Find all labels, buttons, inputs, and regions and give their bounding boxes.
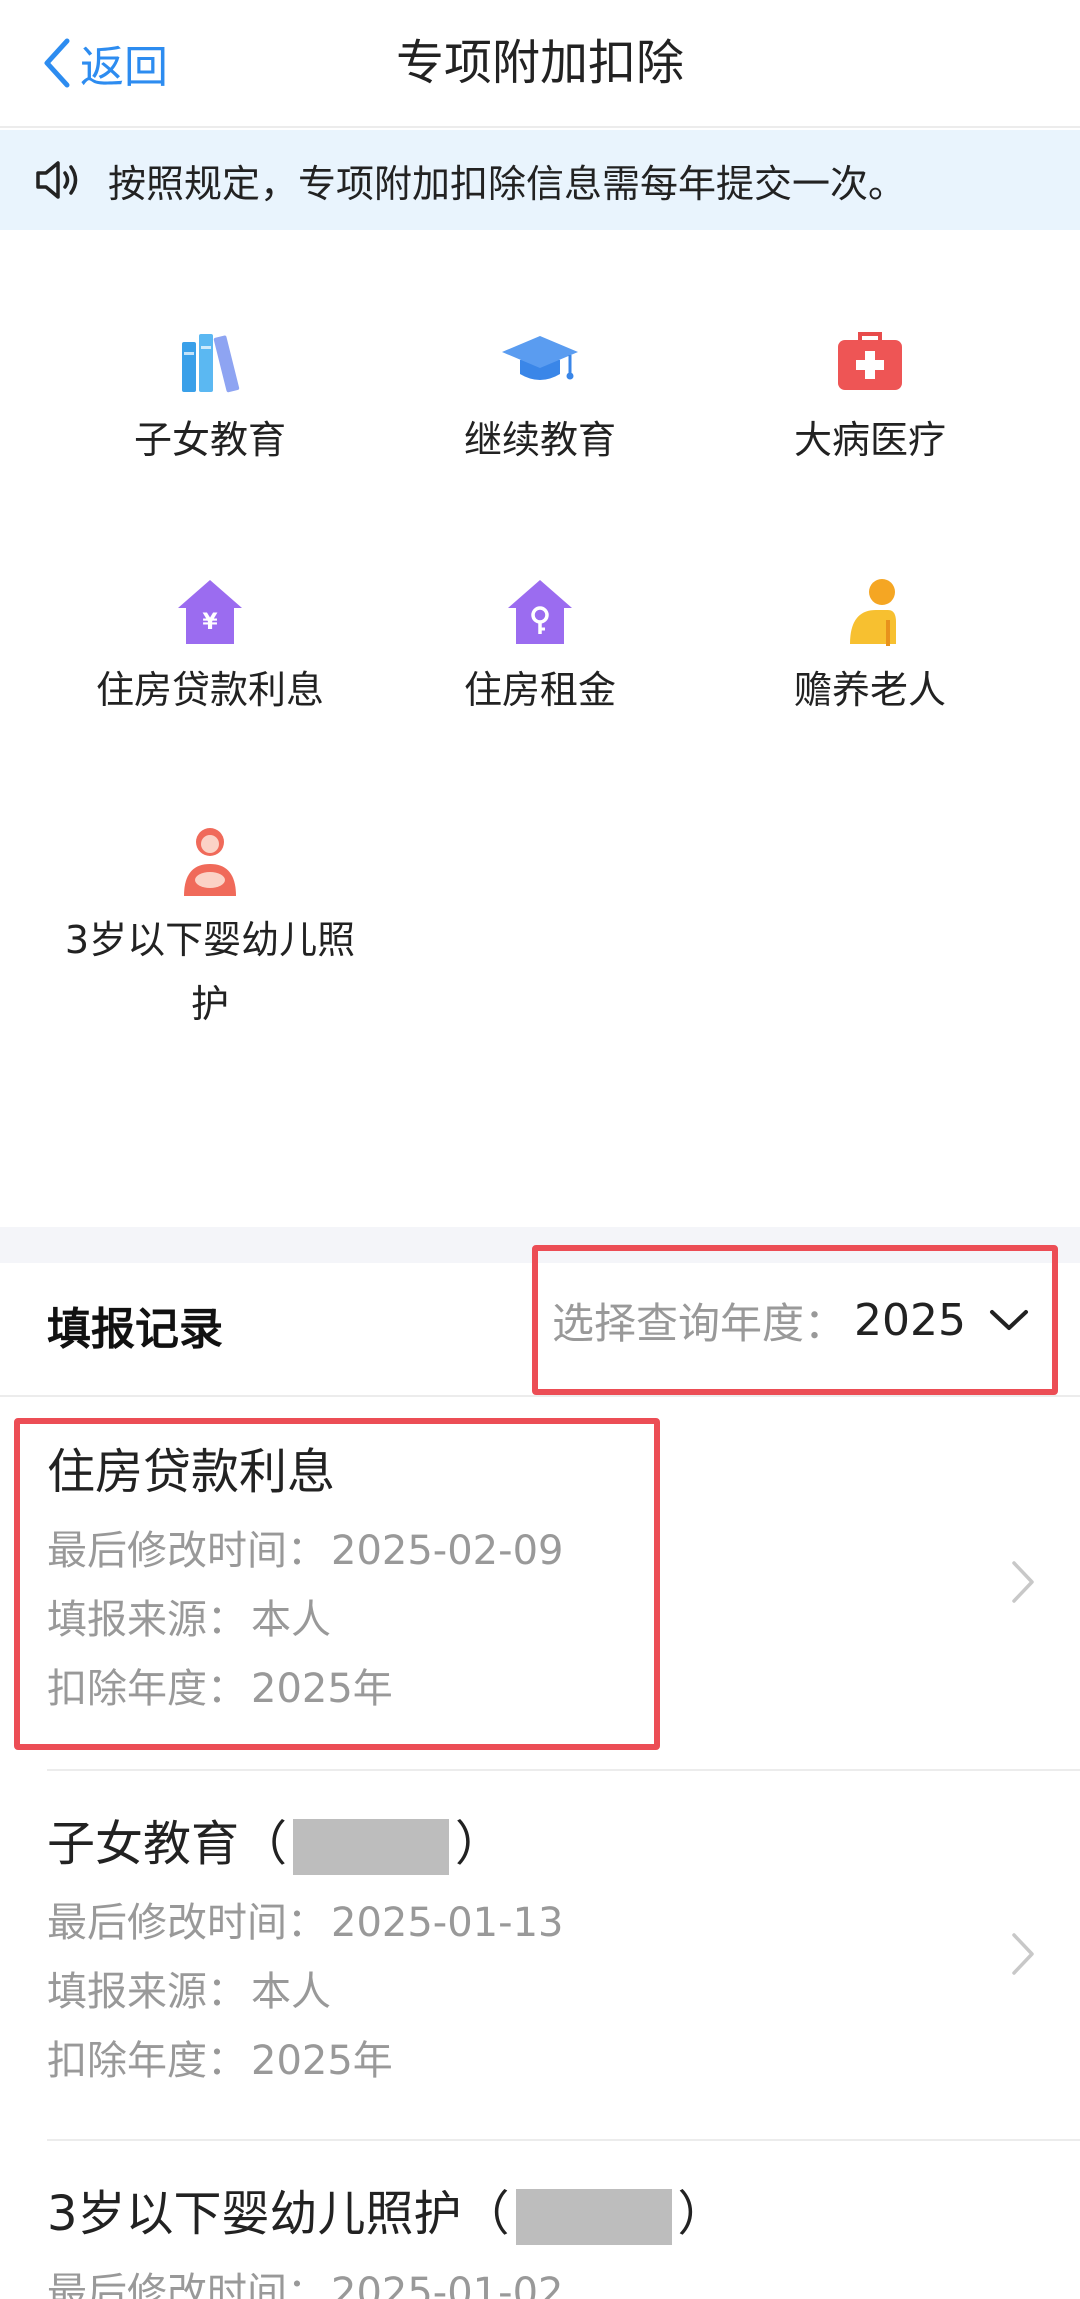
category-serious-illness[interactable]: 大病医疗 bbox=[705, 322, 1035, 472]
category-mortgage-interest[interactable]: ¥ 住房贷款利息 bbox=[45, 572, 375, 722]
category-label: 子女教育 bbox=[133, 418, 286, 462]
year-selector-label: 选择查询年度： bbox=[552, 1298, 847, 1348]
record-title: 子女教育（） bbox=[47, 1809, 503, 1879]
record-source: 填报来源： 本人 bbox=[47, 1969, 331, 2015]
books-icon bbox=[182, 334, 240, 393]
category-label: 住房贷款利息 bbox=[95, 668, 324, 712]
record-source: 填报来源： 本人 bbox=[47, 1597, 331, 1643]
redacted-name bbox=[293, 1819, 450, 1875]
redacted-name bbox=[515, 2189, 672, 2245]
category-infant-care[interactable]: 3岁以下婴幼儿照 护 bbox=[45, 822, 375, 1036]
year-selector[interactable]: 选择查询年度： 2025 bbox=[532, 1245, 1058, 1395]
chevron-right-icon bbox=[1012, 1561, 1034, 1603]
elderly-icon bbox=[850, 579, 896, 646]
record-item[interactable]: 3岁以下婴幼儿照护（） 最后修改时间： 2025-01-02 bbox=[0, 2141, 1080, 2299]
record-title: 住房贷款利息 bbox=[47, 1444, 336, 1500]
chevron-down-icon bbox=[990, 1310, 1028, 1330]
record-item[interactable]: 子女教育（） 最后修改时间： 2025-01-13 填报来源： 本人 扣除年度： 20… bbox=[0, 1771, 1080, 2141]
category-elderly-support[interactable]: 赡养老人 bbox=[705, 572, 1035, 722]
category-child-education[interactable]: 子女教育 bbox=[45, 322, 375, 472]
category-housing-rent[interactable]: 住房租金 bbox=[375, 572, 705, 722]
record-modified-time: 最后修改时间： 2025-02-09 bbox=[47, 1528, 564, 1574]
category-label: 大病医疗 bbox=[793, 418, 946, 462]
house-yuan-icon: ¥ bbox=[178, 580, 242, 644]
category-label: 住房租金 bbox=[463, 668, 616, 712]
records-header: 填报记录 选择查询年度： 2025 bbox=[0, 1245, 1080, 1397]
category-continuing-education[interactable]: 继续教育 bbox=[375, 322, 705, 472]
house-key-icon bbox=[508, 580, 572, 644]
record-deduction-year: 扣除年度： 2025年 bbox=[47, 1666, 393, 1712]
deduction-category-grid: 子女教育 继续教育 大病医疗 ¥ 住房贷款利息 住房租金 赡养老人 3岁以下婴幼… bbox=[0, 232, 1080, 1227]
graduation-cap-icon bbox=[502, 336, 578, 380]
category-label: 3岁以下婴幼儿照 护 bbox=[64, 918, 356, 1026]
notice-bar: 按照规定，专项附加扣除信息需每年提交一次。 bbox=[0, 130, 1080, 230]
svg-text:¥: ¥ bbox=[202, 610, 218, 635]
record-title: 3岁以下婴幼儿照护（） bbox=[47, 2179, 726, 2249]
category-label: 赡养老人 bbox=[793, 668, 946, 712]
speaker-icon bbox=[36, 161, 78, 199]
record-deduction-year: 扣除年度： 2025年 bbox=[47, 2038, 393, 2084]
year-selector-value: 2025 bbox=[854, 1294, 966, 1346]
chevron-right-icon bbox=[1012, 1933, 1034, 1975]
nav-bar: 返回 专项附加扣除 bbox=[0, 0, 1080, 128]
notice-text: 按照规定，专项附加扣除信息需每年提交一次。 bbox=[108, 161, 907, 206]
category-label: 继续教育 bbox=[463, 418, 616, 462]
page-title: 专项附加扣除 bbox=[395, 35, 684, 91]
record-modified-time: 最后修改时间： 2025-01-13 bbox=[47, 1900, 564, 1946]
record-item[interactable]: 住房贷款利息 最后修改时间： 2025-02-09 填报来源： 本人 扣除年度： 20… bbox=[0, 1399, 1080, 1771]
record-modified-time: 最后修改时间： 2025-01-02 bbox=[47, 2270, 564, 2299]
records-title: 填报记录 bbox=[47, 1304, 223, 1355]
mother-baby-icon bbox=[184, 828, 236, 896]
medical-kit-icon bbox=[838, 332, 902, 390]
